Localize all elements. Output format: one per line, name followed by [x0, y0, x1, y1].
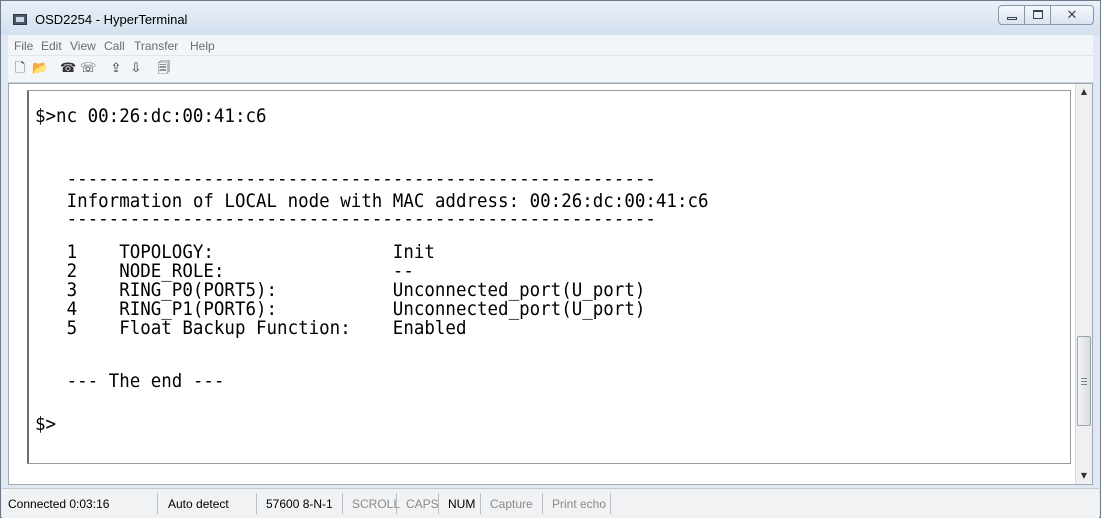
- status-num: NUM: [448, 497, 476, 511]
- menu-call[interactable]: Call: [104, 39, 125, 53]
- close-icon: ✕: [1066, 7, 1078, 23]
- scroll-down-arrow-icon[interactable]: ▼: [1076, 468, 1092, 484]
- terminal-line: 5 Float Backup Function: Enabled: [35, 317, 467, 339]
- scrollbar-thumb[interactable]: [1077, 336, 1091, 427]
- terminal-line: --- The end ---: [35, 370, 225, 392]
- hyperterminal-app-icon[interactable]: [13, 14, 27, 25]
- menu-view[interactable]: View: [70, 39, 96, 53]
- menu-file[interactable]: File: [14, 39, 33, 53]
- send-icon[interactable]: ⇪: [108, 61, 124, 77]
- receive-icon[interactable]: ⇩: [128, 61, 144, 77]
- close-button[interactable]: ✕: [1050, 5, 1094, 25]
- status-detect: Auto detect: [168, 497, 229, 511]
- new-document-icon[interactable]: 🗋: [12, 61, 28, 77]
- hyperterminal-window: OSD2254 - HyperTerminal ✕ File Edit View…: [0, 0, 1101, 518]
- vertical-scrollbar[interactable]: ▲ ▼: [1075, 84, 1092, 484]
- title-bar[interactable]: OSD2254 - HyperTerminal ✕: [1, 1, 1100, 35]
- status-divider: [157, 493, 158, 514]
- scrollbar-grip-line: [1081, 381, 1087, 383]
- scroll-up-arrow-icon[interactable]: ▲: [1076, 84, 1092, 100]
- terminal-screen[interactable]: $>nc 00:26:dc:00:41:c6 -----------------…: [27, 90, 1071, 464]
- maximize-icon: [1033, 10, 1043, 19]
- status-divider: [480, 493, 481, 514]
- call-icon[interactable]: ☎: [60, 61, 76, 77]
- terminal-line: ----------------------------------------…: [35, 168, 656, 190]
- menu-transfer[interactable]: Transfer: [134, 39, 178, 53]
- properties-icon[interactable]: 🗐: [156, 61, 172, 77]
- menu-bar: File Edit View Call Transfer Help: [8, 35, 1093, 56]
- terminal-line: ----------------------------------------…: [35, 208, 656, 230]
- status-settings: 57600 8-N-1: [266, 497, 333, 511]
- minimize-button[interactable]: [998, 5, 1025, 25]
- status-divider: [342, 493, 343, 514]
- status-capture: Capture: [490, 497, 533, 511]
- menu-help[interactable]: Help: [190, 39, 215, 53]
- terminal-prompt: $>: [35, 413, 57, 435]
- toolbar: 🗋 📂 ☎ ☏ ⇪ ⇩ 🗐: [8, 56, 1093, 83]
- minimize-icon: [1007, 17, 1017, 20]
- status-divider: [256, 493, 257, 514]
- status-divider: [438, 493, 439, 514]
- maximize-button[interactable]: [1024, 5, 1051, 25]
- status-caps: CAPS: [406, 497, 439, 511]
- status-connected: Connected 0:03:16: [8, 497, 110, 511]
- status-print-echo: Print echo: [552, 497, 607, 511]
- caption-buttons: ✕: [998, 5, 1094, 27]
- scrollbar-grip-line: [1081, 378, 1087, 380]
- status-divider: [542, 493, 543, 514]
- status-bar: Connected 0:03:16 Auto detect 57600 8-N-…: [2, 488, 1099, 518]
- status-divider: [396, 493, 397, 514]
- open-folder-icon[interactable]: 📂: [32, 61, 48, 77]
- terminal-client-area: $>nc 00:26:dc:00:41:c6 -----------------…: [8, 83, 1093, 485]
- status-divider: [610, 493, 611, 514]
- terminal-line: $>nc 00:26:dc:00:41:c6: [35, 105, 267, 127]
- window-title: OSD2254 - HyperTerminal: [35, 12, 188, 27]
- menu-edit[interactable]: Edit: [41, 39, 62, 53]
- scrollbar-grip-line: [1081, 384, 1087, 386]
- disconnect-icon[interactable]: ☏: [80, 61, 96, 77]
